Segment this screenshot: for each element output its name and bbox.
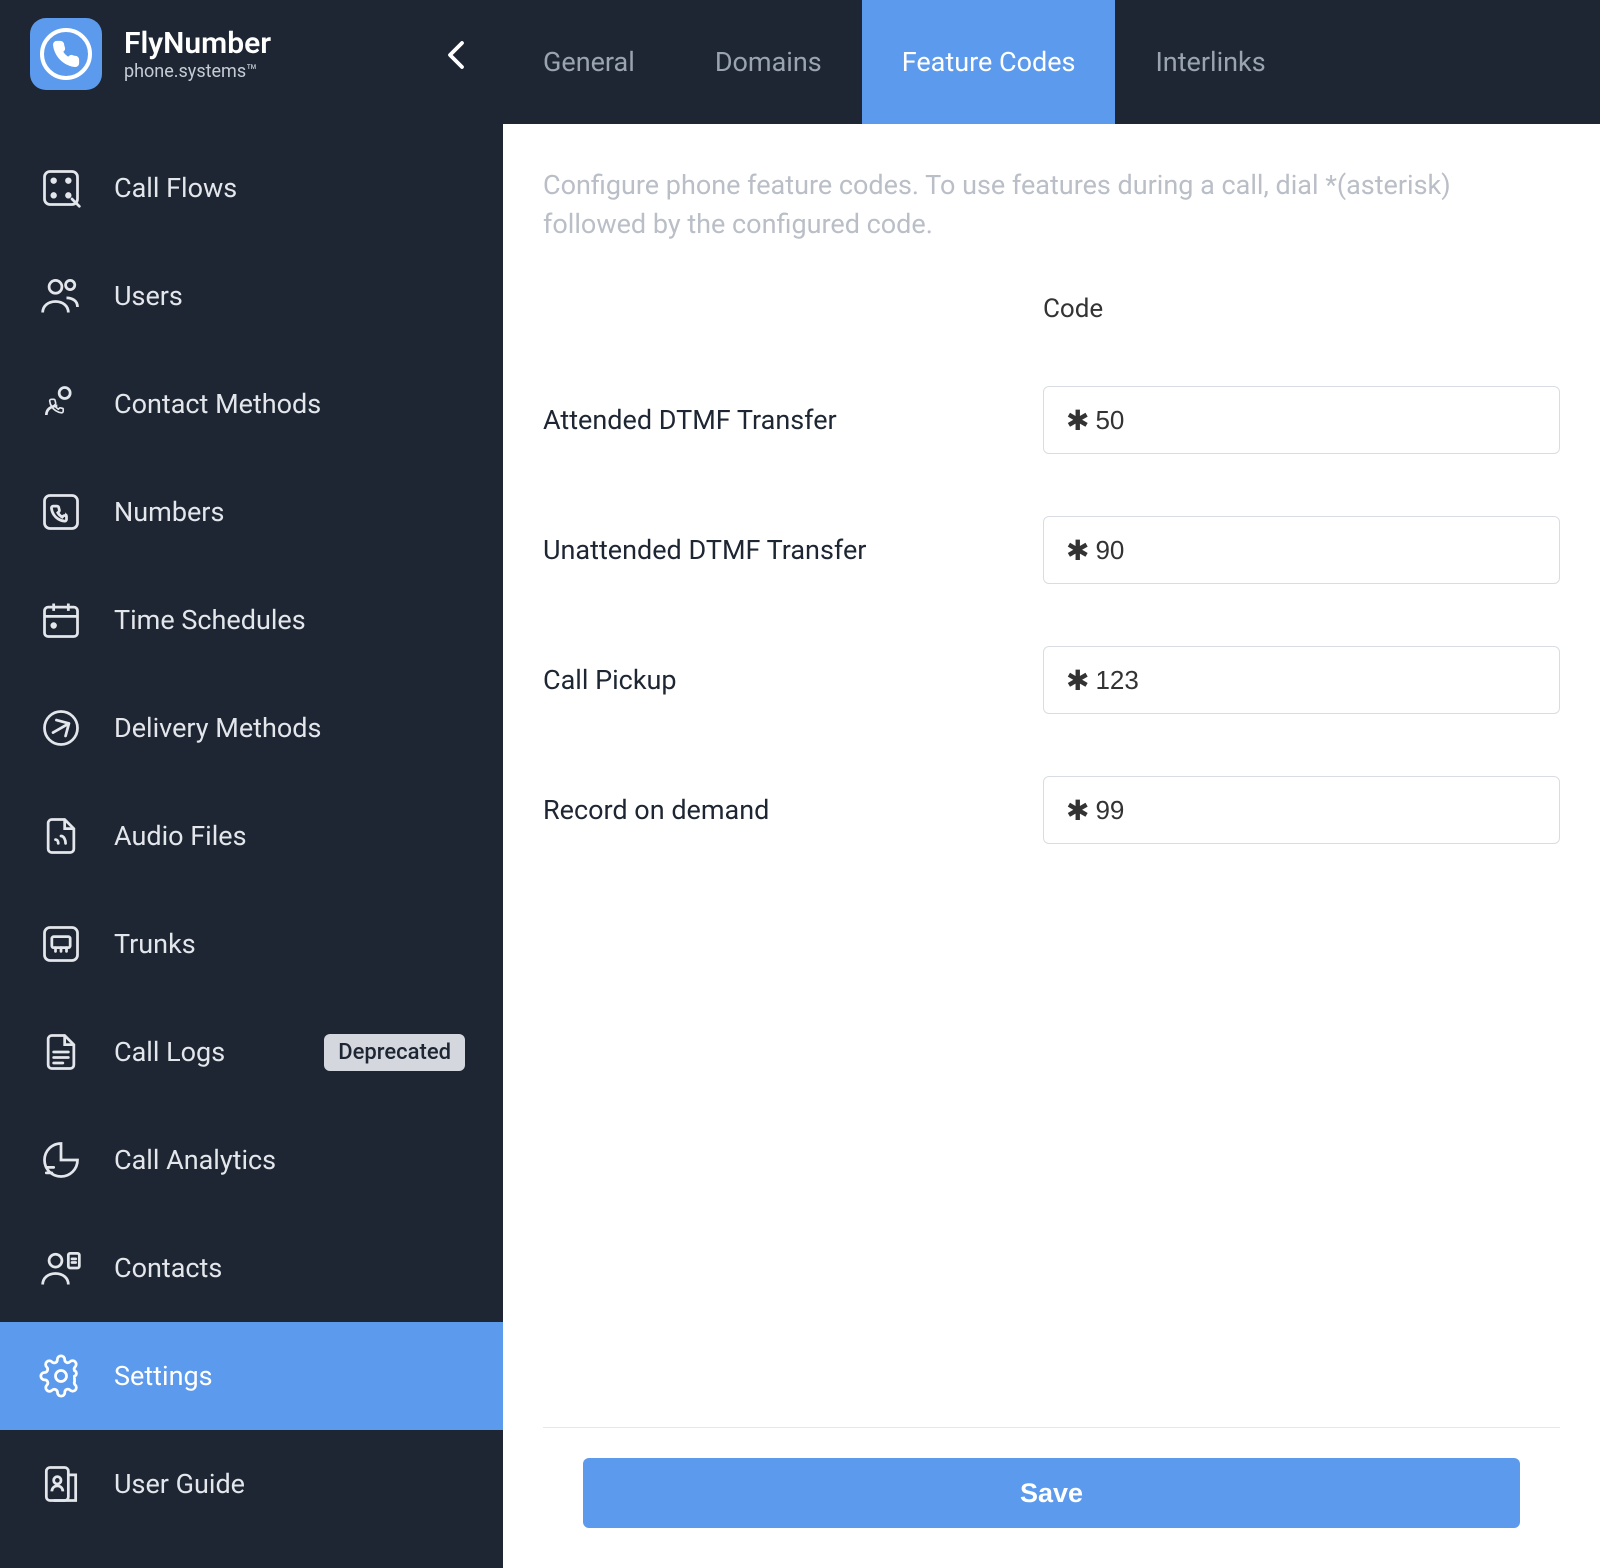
sidebar-item-audio-files[interactable]: Audio Files <box>0 782 503 890</box>
settings-tabs: General Domains Feature Codes Interlinks <box>503 0 1600 124</box>
sidebar-item-label: Numbers <box>114 496 224 528</box>
sidebar-item-label: Trunks <box>114 928 196 960</box>
sidebar-item-label: Contacts <box>114 1252 222 1284</box>
trunks-icon <box>38 921 84 967</box>
sidebar-item-contact-methods[interactable]: Contact Methods <box>0 350 503 458</box>
tab-interlinks[interactable]: Interlinks <box>1115 0 1305 124</box>
sidebar-item-call-flows[interactable]: Call Flows <box>0 134 503 242</box>
audio-file-icon <box>38 813 84 859</box>
chevron-left-icon <box>447 40 465 70</box>
numbers-icon <box>38 489 84 535</box>
sidebar-item-delivery-methods[interactable]: Delivery Methods <box>0 674 503 782</box>
tab-feature-codes[interactable]: Feature Codes <box>862 0 1116 124</box>
tab-label: General <box>543 46 635 78</box>
feature-codes-form: Configure phone feature codes. To use fe… <box>503 124 1600 1568</box>
sidebar-item-label: Call Analytics <box>114 1144 276 1176</box>
form-footer: Save <box>543 1427 1560 1568</box>
deprecated-badge: Deprecated <box>324 1034 465 1071</box>
row-label-call-pickup: Call Pickup <box>543 664 1043 696</box>
sidebar-item-numbers[interactable]: Numbers <box>0 458 503 566</box>
save-button[interactable]: Save <box>583 1458 1520 1528</box>
sidebar-nav: Call Flows Users Contact Methods Numbers <box>0 110 503 1538</box>
tab-general[interactable]: General <box>503 0 675 124</box>
row-label-unattended-transfer: Unattended DTMF Transfer <box>543 534 1043 566</box>
user-guide-icon <box>38 1461 84 1507</box>
sidebar-item-label: Contact Methods <box>114 388 321 420</box>
calendar-icon <box>38 597 84 643</box>
code-field-record-on-demand[interactable] <box>1095 795 1537 826</box>
tab-domains[interactable]: Domains <box>675 0 862 124</box>
tab-label: Feature Codes <box>902 46 1076 78</box>
code-field-call-pickup[interactable] <box>1095 665 1537 696</box>
sidebar-item-label: Settings <box>114 1360 213 1392</box>
gear-icon <box>38 1353 84 1399</box>
analytics-icon <box>38 1137 84 1183</box>
row-label-record-on-demand: Record on demand <box>543 794 1043 826</box>
code-input-unattended-transfer[interactable]: ✱ <box>1043 516 1560 584</box>
code-input-record-on-demand[interactable]: ✱ <box>1043 776 1560 844</box>
asterisk-icon: ✱ <box>1066 534 1089 567</box>
form-description: Configure phone feature codes. To use fe… <box>543 166 1560 244</box>
collapse-sidebar-button[interactable] <box>447 40 465 70</box>
delivery-icon <box>38 705 84 751</box>
sidebar-item-time-schedules[interactable]: Time Schedules <box>0 566 503 674</box>
sidebar-item-user-guide[interactable]: User Guide <box>0 1430 503 1538</box>
sidebar-item-label: Audio Files <box>114 820 247 852</box>
tab-label: Domains <box>715 46 822 78</box>
sidebar-item-settings[interactable]: Settings <box>0 1322 503 1430</box>
code-column-header: Code <box>1043 294 1560 324</box>
call-logs-icon <box>38 1029 84 1075</box>
asterisk-icon: ✱ <box>1066 664 1089 697</box>
sidebar-item-users[interactable]: Users <box>0 242 503 350</box>
contact-methods-icon <box>38 381 84 427</box>
main-content: General Domains Feature Codes Interlinks… <box>503 0 1600 1568</box>
contacts-icon <box>38 1245 84 1291</box>
asterisk-icon: ✱ <box>1066 404 1089 437</box>
code-field-unattended-transfer[interactable] <box>1095 535 1537 566</box>
code-input-call-pickup[interactable]: ✱ <box>1043 646 1560 714</box>
sidebar-item-call-logs[interactable]: Call Logs Deprecated <box>0 998 503 1106</box>
app-subtitle: phone.systems™ <box>124 61 271 82</box>
call-flows-icon <box>38 165 84 211</box>
code-field-attended-transfer[interactable] <box>1095 405 1537 436</box>
sidebar-item-label: Time Schedules <box>114 604 306 636</box>
users-icon <box>38 273 84 319</box>
sidebar-item-call-analytics[interactable]: Call Analytics <box>0 1106 503 1214</box>
sidebar-item-trunks[interactable]: Trunks <box>0 890 503 998</box>
sidebar-item-label: Call Flows <box>114 172 237 204</box>
app-title: FlyNumber <box>124 26 271 61</box>
sidebar-header: FlyNumber phone.systems™ <box>0 0 503 110</box>
sidebar-item-label: Users <box>114 280 183 312</box>
phone-icon <box>52 40 80 68</box>
sidebar-item-label: User Guide <box>114 1468 245 1500</box>
sidebar: FlyNumber phone.systems™ Call Flows User… <box>0 0 503 1568</box>
asterisk-icon: ✱ <box>1066 794 1089 827</box>
app-logo <box>30 18 102 90</box>
sidebar-item-label: Call Logs <box>114 1036 225 1068</box>
row-label-attended-transfer: Attended DTMF Transfer <box>543 404 1043 436</box>
code-input-attended-transfer[interactable]: ✱ <box>1043 386 1560 454</box>
sidebar-item-label: Delivery Methods <box>114 712 321 744</box>
sidebar-item-contacts[interactable]: Contacts <box>0 1214 503 1322</box>
tab-label: Interlinks <box>1155 46 1265 78</box>
